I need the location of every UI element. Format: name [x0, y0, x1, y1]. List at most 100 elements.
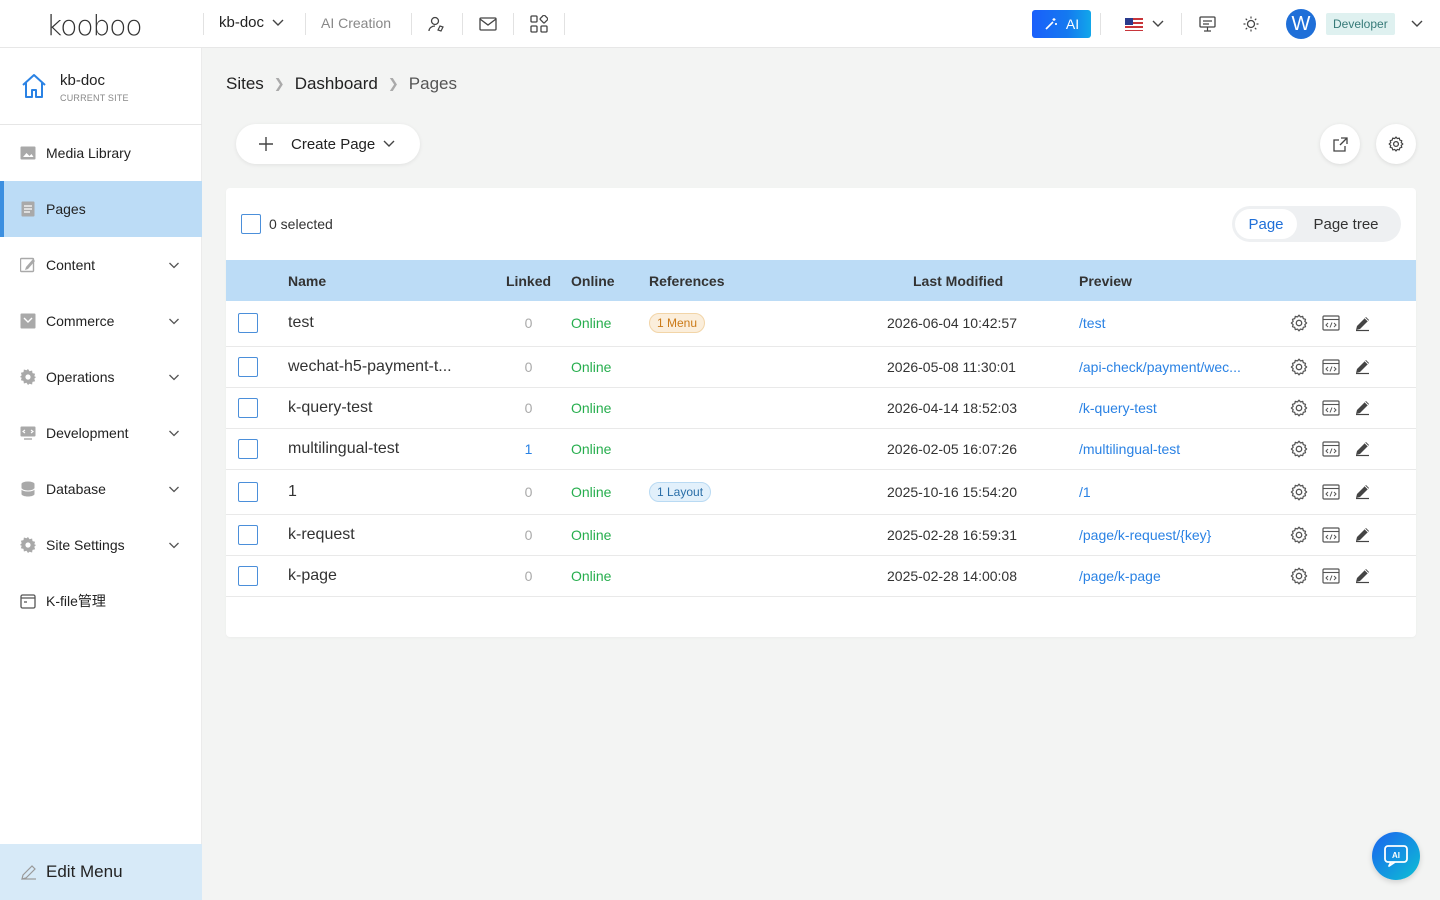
sidebar-item-development[interactable]: Development [0, 405, 202, 461]
gear-icon[interactable] [1288, 438, 1309, 459]
table-row[interactable]: k-page 0 Online 2025-02-28 14:00:08 /pag… [226, 555, 1416, 597]
breadcrumb-dashboard[interactable]: Dashboard [295, 74, 378, 94]
page-name[interactable]: k-query-test [288, 387, 486, 429]
sidebar-item-site-settings[interactable]: Site Settings [0, 517, 202, 573]
row-checkbox[interactable] [238, 438, 258, 459]
pencil-icon[interactable] [1352, 481, 1373, 502]
header-linked[interactable]: Linked [486, 260, 571, 301]
create-page-button[interactable]: Create Page [236, 124, 420, 164]
page-name[interactable]: wechat-h5-payment-t... [288, 346, 486, 388]
code-view-icon[interactable] [1320, 313, 1341, 334]
view-toggle-page[interactable]: Page [1235, 209, 1297, 239]
table-row[interactable]: k-request 0 Online 2025-02-28 16:59:31 /… [226, 514, 1416, 556]
select-all-checkbox[interactable] [241, 214, 261, 234]
header-online[interactable]: Online [571, 260, 649, 301]
pencil-icon[interactable] [1352, 313, 1373, 334]
gear-icon[interactable] [1288, 524, 1309, 545]
page-name[interactable]: k-request [288, 514, 486, 556]
header-name[interactable]: Name [288, 260, 486, 301]
gear-icon[interactable] [1288, 313, 1309, 334]
edit-menu-button[interactable]: Edit Menu [0, 844, 202, 900]
header-preview[interactable]: Preview [1079, 260, 1288, 301]
plus-icon [259, 137, 273, 151]
code-view-icon[interactable] [1320, 481, 1341, 502]
code-view-icon[interactable] [1320, 397, 1341, 418]
user-icon[interactable] [424, 12, 448, 36]
sidebar-item-content[interactable]: Content [0, 237, 202, 293]
online-status[interactable]: Online [571, 387, 649, 429]
sidebar-item-commerce[interactable]: Commerce [0, 293, 202, 349]
pencil-icon[interactable] [1352, 397, 1373, 418]
header-last-modified[interactable]: Last Modified [849, 260, 1079, 301]
reference-badge[interactable]: 1 Menu [649, 313, 706, 334]
row-checkbox[interactable] [238, 481, 258, 502]
table-row[interactable]: k-query-test 0 Online 2026-04-14 18:52:0… [226, 387, 1416, 429]
pencil-icon[interactable] [1352, 524, 1373, 545]
mail-icon[interactable] [476, 12, 500, 36]
settings-button[interactable] [1376, 124, 1416, 164]
sidebar-item-database[interactable]: Database [0, 461, 202, 517]
sidebar-item-operations[interactable]: Operations [0, 349, 202, 405]
gear-icon[interactable] [1288, 397, 1309, 418]
table-row[interactable]: test 0 Online 1 Menu 2026-06-04 10:42:57… [226, 301, 1416, 347]
ai-assistant-button[interactable]: AI [1372, 832, 1420, 880]
preview-link[interactable]: /k-query-test [1079, 400, 1269, 416]
avatar[interactable]: W [1286, 9, 1316, 39]
online-status[interactable]: Online [571, 346, 649, 388]
reference-badge[interactable]: 1 Layout [649, 481, 712, 502]
gear-icon[interactable] [1288, 481, 1309, 502]
online-status[interactable]: Online [571, 301, 649, 347]
gear-icon[interactable] [1288, 565, 1309, 586]
breadcrumb-sites[interactable]: Sites [226, 74, 264, 94]
monitor-icon[interactable] [1195, 12, 1219, 36]
code-view-icon[interactable] [1320, 356, 1341, 377]
current-site-header[interactable]: kb-doc CURRENT SITE [0, 48, 202, 125]
row-checkbox[interactable] [238, 313, 258, 334]
row-checkbox[interactable] [238, 524, 258, 545]
ai-creation-link[interactable]: AI Creation [321, 15, 391, 31]
pencil-icon[interactable] [1352, 565, 1373, 586]
table-row[interactable]: 1 0 Online 1 Layout 2025-10-16 15:54:20 … [226, 469, 1416, 515]
ai-button[interactable]: AI [1032, 10, 1091, 38]
online-status[interactable]: Online [571, 428, 649, 470]
header-references[interactable]: References [649, 260, 849, 301]
preview-link[interactable]: /multilingual-test [1079, 441, 1269, 457]
page-name[interactable]: k-page [288, 555, 486, 597]
apps-grid-icon[interactable] [527, 12, 551, 36]
table-row[interactable]: multilingual-test 1 Online 2026-02-05 16… [226, 428, 1416, 470]
preview-link[interactable]: /page/k-page [1079, 568, 1269, 584]
code-view-icon[interactable] [1320, 565, 1341, 586]
kooboo-logo[interactable]: kooboo [46, 9, 143, 42]
sidebar-item-pages[interactable]: Pages [0, 181, 202, 237]
sun-icon[interactable] [1239, 12, 1263, 36]
row-checkbox[interactable] [238, 397, 258, 418]
preview-link[interactable]: /1 [1079, 484, 1269, 500]
page-name[interactable]: test [288, 301, 486, 347]
export-button[interactable] [1320, 124, 1360, 164]
view-toggle-page-tree[interactable]: Page tree [1297, 209, 1395, 239]
preview-link[interactable]: /test [1079, 315, 1269, 331]
preview-link[interactable]: /api-check/payment/wec... [1079, 359, 1269, 375]
online-status[interactable]: Online [571, 469, 649, 515]
linked-count[interactable]: 1 [486, 428, 571, 470]
gear-icon[interactable] [1288, 356, 1309, 377]
pencil-icon[interactable] [1352, 438, 1373, 459]
chevron-down-icon[interactable] [1146, 12, 1170, 36]
code-view-icon[interactable] [1320, 438, 1341, 459]
code-view-icon[interactable] [1320, 524, 1341, 545]
preview-link[interactable]: /page/k-request/{key} [1079, 527, 1269, 543]
site-selector[interactable]: kb-doc [219, 14, 284, 31]
online-status[interactable]: Online [571, 514, 649, 556]
role-badge[interactable]: Developer [1326, 13, 1395, 35]
sidebar-item-k-file[interactable]: K-file管理 [0, 573, 202, 629]
chevron-down-icon[interactable] [1405, 12, 1429, 36]
page-name[interactable]: multilingual-test [288, 428, 486, 470]
pencil-icon[interactable] [1352, 356, 1373, 377]
table-row[interactable]: wechat-h5-payment-t... 0 Online 2026-05-… [226, 346, 1416, 388]
online-status[interactable]: Online [571, 555, 649, 597]
row-checkbox[interactable] [238, 565, 258, 586]
sidebar-item-media-library[interactable]: Media Library [0, 125, 202, 181]
page-name[interactable]: 1 [288, 469, 486, 515]
row-checkbox[interactable] [238, 356, 258, 377]
us-flag-icon[interactable] [1125, 18, 1143, 31]
